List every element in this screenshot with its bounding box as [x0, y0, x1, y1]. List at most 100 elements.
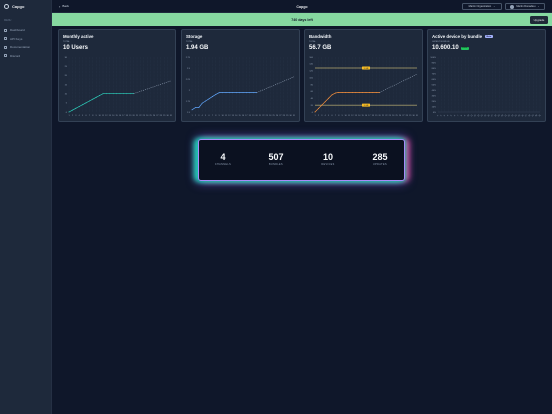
y-tick-label: 30%: [432, 95, 436, 97]
stat-value: 4: [220, 152, 226, 162]
mau-chart: 0510152025301 2 3 4 5 6 7 8 9 10 11 12 13 14 15 16 17 18 1…: [65, 57, 173, 117]
y-tick-label: 2.5: [187, 68, 191, 70]
data-point: [75, 107, 77, 109]
stat-devices[interactable]: 10 DEVICES: [308, 152, 348, 166]
x-tick-label: 9: [342, 115, 344, 117]
y-tick-label: 20%: [432, 101, 436, 103]
x-tick-label: 8: [92, 115, 94, 117]
key-icon: [4, 37, 7, 41]
data-point: [338, 91, 340, 93]
y-tick-label: 2.75: [186, 57, 191, 59]
y-tick-label: 40%: [432, 90, 436, 92]
stat-bundles[interactable]: 507 BUNDLES: [256, 152, 296, 166]
y-tick-label: 70%: [432, 73, 436, 75]
data-point: [122, 93, 124, 95]
data-point: [345, 91, 347, 93]
y-tick-label: 100: [309, 77, 313, 79]
stat-label: CHANNELS: [214, 163, 232, 166]
data-point: [218, 92, 220, 94]
brand[interactable]: Capgo: [4, 4, 24, 9]
data-point: [215, 93, 217, 95]
x-tick-label: 1: [68, 115, 70, 117]
data-point: [129, 93, 131, 95]
data-point: [368, 91, 370, 93]
x-tick-label: 1: [191, 115, 193, 117]
x-tick-label: 3: [75, 115, 77, 117]
y-tick-label: 0: [312, 112, 314, 114]
x-tick-label: 31: [293, 115, 296, 117]
x-tick-label: 3: [198, 115, 200, 117]
data-point: [222, 92, 224, 94]
data-point: [245, 92, 247, 94]
bandwidth-chart: 0204060801001201401601 2 3 4 5 6 7 8 9 10 11 12 13 14…: [309, 57, 419, 117]
y-tick-label: 0%: [433, 112, 436, 114]
data-point: [205, 100, 207, 102]
x-tick-label: 31: [539, 114, 543, 118]
x-tick-label: 7: [89, 115, 91, 117]
y-tick-label: 60%: [432, 79, 436, 81]
sidebar-item-dashboard[interactable]: Dashboard: [4, 26, 50, 35]
data-point: [228, 92, 230, 94]
data-point: [232, 92, 234, 94]
x-tick-label: 1: [314, 115, 316, 117]
sidebar-item-documentation[interactable]: Documentation: [4, 43, 50, 52]
data-point: [372, 91, 374, 93]
series-line: [191, 92, 257, 111]
data-point: [314, 111, 316, 113]
data-point: [235, 92, 237, 94]
data-point: [68, 111, 70, 113]
data-point: [321, 104, 323, 106]
data-point: [365, 91, 367, 93]
forecast-line: [133, 80, 172, 94]
stat-channels[interactable]: 4 CHANNELS: [203, 152, 243, 166]
data-point: [88, 100, 90, 102]
x-tick-label: 6: [208, 115, 210, 117]
x-tick-label: 9: [219, 115, 221, 117]
upgrade-button[interactable]: Upgrade: [530, 15, 548, 24]
data-point: [351, 91, 353, 93]
data-point: [225, 92, 227, 94]
organization-select[interactable]: Martin Organization ⌄: [462, 3, 502, 10]
data-point: [242, 92, 244, 94]
capgo-logo-icon: [4, 4, 9, 9]
y-tick-label: 20: [65, 75, 68, 77]
y-tick-label: 80: [311, 84, 314, 86]
x-tick-label: 8: [338, 115, 340, 117]
book-icon: [4, 45, 7, 49]
data-point: [109, 93, 111, 95]
x-tick-label: 8: [215, 115, 217, 117]
chevron-down-icon: ⌄: [537, 5, 540, 8]
topbar: ‹ Back Capgo Martin Organization ⌄ Marti…: [52, 0, 552, 13]
data-point: [92, 98, 94, 100]
storage-card: Storage TOTAL 1.94 GB 1.5 1.75 2 2.25 2.5 2.7…: [181, 29, 300, 122]
sidebar-item-discord[interactable]: Discord: [4, 52, 50, 61]
user-menu[interactable]: Martin Donadieu ⌄: [505, 3, 545, 10]
y-tick-label: 0: [66, 112, 68, 114]
data-point: [334, 92, 336, 94]
sidebar-item-api-keys[interactable]: API Keys: [4, 35, 50, 44]
data-point: [208, 98, 210, 100]
data-point: [239, 92, 241, 94]
data-point: [252, 92, 254, 94]
y-tick-label: 5: [66, 103, 68, 105]
x-tick-label: 2: [195, 115, 197, 117]
x-tick-label: 31: [170, 115, 173, 117]
stat-updates[interactable]: 285 UPDATES: [360, 152, 400, 166]
data-point: [71, 109, 73, 111]
data-point: [119, 93, 121, 95]
stat-label: UPDATES: [373, 163, 387, 166]
x-tick-label: 5: [328, 115, 330, 117]
y-tick-label: 160: [309, 57, 313, 59]
stat-value: 10: [322, 152, 333, 162]
storage-chart: 1.51.7522.252.52.751 2 3 4 5 6 7 8 9 10 11 12 13 14 15…: [186, 57, 296, 117]
y-tick-label: 10%: [432, 106, 436, 108]
stats-summary: 4 CHANNELS 507 BUNDLES 10 DEVICES 285 UP…: [198, 139, 405, 181]
trial-days-left: 740 days left: [291, 17, 313, 22]
y-tick-label: 2: [189, 90, 191, 92]
sidebar-item-label: API Keys: [10, 36, 23, 41]
sidebar-item-label: Dashboard: [10, 28, 25, 33]
y-tick-label: 30: [65, 57, 68, 59]
stat-value: 285: [372, 152, 388, 162]
data-point: [85, 102, 87, 104]
data-point: [95, 96, 97, 98]
